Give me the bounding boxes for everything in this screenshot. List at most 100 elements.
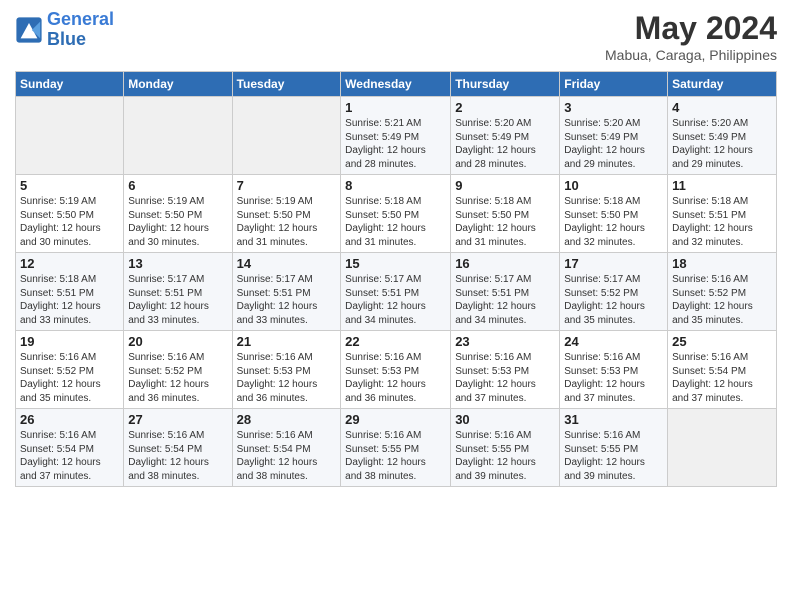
day-number: 16 bbox=[455, 256, 555, 271]
day-info: Sunrise: 5:19 AMSunset: 5:50 PMDaylight:… bbox=[20, 195, 119, 249]
day-info: Sunrise: 5:17 AMSunset: 5:51 PMDaylight:… bbox=[345, 273, 446, 327]
day-info: Sunrise: 5:17 AMSunset: 5:51 PMDaylight:… bbox=[237, 273, 337, 327]
day-number: 22 bbox=[345, 334, 446, 349]
logo: General Blue bbox=[15, 10, 114, 50]
calendar-cell: 8 Sunrise: 5:18 AMSunset: 5:50 PMDaylight… bbox=[341, 175, 451, 253]
calendar-cell: 18 Sunrise: 5:16 AMSunset: 5:52 PMDayligh… bbox=[668, 253, 777, 331]
calendar-week-4: 19 Sunrise: 5:16 AMSunset: 5:52 PMDayligh… bbox=[16, 331, 777, 409]
day-info: Sunrise: 5:18 AMSunset: 5:51 PMDaylight:… bbox=[20, 273, 119, 327]
calendar-week-3: 12 Sunrise: 5:18 AMSunset: 5:51 PMDayligh… bbox=[16, 253, 777, 331]
weekday-header-friday: Friday bbox=[560, 72, 668, 97]
day-number: 5 bbox=[20, 178, 119, 193]
page-header: General Blue May 2024 Mabua, Caraga, Phi… bbox=[15, 10, 777, 63]
day-info: Sunrise: 5:17 AMSunset: 5:51 PMDaylight:… bbox=[455, 273, 555, 327]
calendar-cell: 7 Sunrise: 5:19 AMSunset: 5:50 PMDaylight… bbox=[232, 175, 341, 253]
day-number: 8 bbox=[345, 178, 446, 193]
day-info: Sunrise: 5:18 AMSunset: 5:50 PMDaylight:… bbox=[455, 195, 555, 249]
logo-icon bbox=[15, 16, 43, 44]
calendar-cell: 27 Sunrise: 5:16 AMSunset: 5:54 PMDayligh… bbox=[124, 409, 232, 487]
day-info: Sunrise: 5:17 AMSunset: 5:52 PMDaylight:… bbox=[564, 273, 663, 327]
calendar-cell bbox=[124, 97, 232, 175]
weekday-header-wednesday: Wednesday bbox=[341, 72, 451, 97]
day-info: Sunrise: 5:16 AMSunset: 5:52 PMDaylight:… bbox=[128, 351, 227, 405]
day-info: Sunrise: 5:16 AMSunset: 5:54 PMDaylight:… bbox=[20, 429, 119, 483]
day-info: Sunrise: 5:19 AMSunset: 5:50 PMDaylight:… bbox=[237, 195, 337, 249]
calendar-cell bbox=[668, 409, 777, 487]
day-info: Sunrise: 5:16 AMSunset: 5:55 PMDaylight:… bbox=[455, 429, 555, 483]
day-info: Sunrise: 5:16 AMSunset: 5:53 PMDaylight:… bbox=[564, 351, 663, 405]
calendar-table: SundayMondayTuesdayWednesdayThursdayFrid… bbox=[15, 71, 777, 487]
calendar-cell: 22Sunrise: 5:16 AMSunset: 5:53 PMDayligh… bbox=[341, 331, 451, 409]
calendar-cell: 26Sunrise: 5:16 AMSunset: 5:54 PMDayligh… bbox=[16, 409, 124, 487]
calendar-week-5: 26Sunrise: 5:16 AMSunset: 5:54 PMDayligh… bbox=[16, 409, 777, 487]
calendar-cell: 21 Sunrise: 5:16 AMSunset: 5:53 PMDayligh… bbox=[232, 331, 341, 409]
calendar-cell: 31Sunrise: 5:16 AMSunset: 5:55 PMDayligh… bbox=[560, 409, 668, 487]
calendar-cell: 6 Sunrise: 5:19 AMSunset: 5:50 PMDaylight… bbox=[124, 175, 232, 253]
day-info: Sunrise: 5:19 AMSunset: 5:50 PMDaylight:… bbox=[128, 195, 227, 249]
day-info: Sunrise: 5:16 AMSunset: 5:54 PMDaylight:… bbox=[672, 351, 772, 405]
calendar-cell: 17 Sunrise: 5:17 AMSunset: 5:52 PMDayligh… bbox=[560, 253, 668, 331]
weekday-header-sunday: Sunday bbox=[16, 72, 124, 97]
day-number: 3 bbox=[564, 100, 663, 115]
day-number: 24 bbox=[564, 334, 663, 349]
location: Mabua, Caraga, Philippines bbox=[605, 47, 777, 63]
weekday-header-monday: Monday bbox=[124, 72, 232, 97]
day-number: 7 bbox=[237, 178, 337, 193]
logo-line1: General bbox=[47, 9, 114, 29]
day-number: 6 bbox=[128, 178, 227, 193]
weekday-header-thursday: Thursday bbox=[451, 72, 560, 97]
day-info: Sunrise: 5:16 AMSunset: 5:52 PMDaylight:… bbox=[20, 351, 119, 405]
calendar-cell: 19 Sunrise: 5:16 AMSunset: 5:52 PMDayligh… bbox=[16, 331, 124, 409]
day-number: 10 bbox=[564, 178, 663, 193]
calendar-cell: 30 Sunrise: 5:16 AMSunset: 5:55 PMDayligh… bbox=[451, 409, 560, 487]
day-info: Sunrise: 5:16 AMSunset: 5:54 PMDaylight:… bbox=[237, 429, 337, 483]
calendar-cell: 12 Sunrise: 5:18 AMSunset: 5:51 PMDayligh… bbox=[16, 253, 124, 331]
day-info: Sunrise: 5:16 AMSunset: 5:54 PMDaylight:… bbox=[128, 429, 227, 483]
day-number: 28 bbox=[237, 412, 337, 427]
calendar-cell: 29Sunrise: 5:16 AMSunset: 5:55 PMDayligh… bbox=[341, 409, 451, 487]
calendar-cell: 2Sunrise: 5:20 AMSunset: 5:49 PMDaylight… bbox=[451, 97, 560, 175]
day-number: 30 bbox=[455, 412, 555, 427]
day-number: 29 bbox=[345, 412, 446, 427]
day-number: 12 bbox=[20, 256, 119, 271]
day-info: Sunrise: 5:16 AMSunset: 5:53 PMDaylight:… bbox=[455, 351, 555, 405]
calendar-cell: 11Sunrise: 5:18 AMSunset: 5:51 PMDayligh… bbox=[668, 175, 777, 253]
weekday-header-tuesday: Tuesday bbox=[232, 72, 341, 97]
day-info: Sunrise: 5:18 AMSunset: 5:50 PMDaylight:… bbox=[564, 195, 663, 249]
day-number: 14 bbox=[237, 256, 337, 271]
day-number: 17 bbox=[564, 256, 663, 271]
day-number: 27 bbox=[128, 412, 227, 427]
calendar-cell: 13Sunrise: 5:17 AMSunset: 5:51 PMDayligh… bbox=[124, 253, 232, 331]
calendar-cell: 16 Sunrise: 5:17 AMSunset: 5:51 PMDayligh… bbox=[451, 253, 560, 331]
day-number: 9 bbox=[455, 178, 555, 193]
day-number: 19 bbox=[20, 334, 119, 349]
day-number: 1 bbox=[345, 100, 446, 115]
calendar-cell: 5 Sunrise: 5:19 AMSunset: 5:50 PMDaylight… bbox=[16, 175, 124, 253]
title-area: May 2024 Mabua, Caraga, Philippines bbox=[605, 10, 777, 63]
day-info: Sunrise: 5:16 AMSunset: 5:52 PMDaylight:… bbox=[672, 273, 772, 327]
day-number: 25 bbox=[672, 334, 772, 349]
calendar-cell: 4Sunrise: 5:20 AMSunset: 5:49 PMDaylight… bbox=[668, 97, 777, 175]
day-number: 4 bbox=[672, 100, 772, 115]
weekday-header-saturday: Saturday bbox=[668, 72, 777, 97]
day-info: Sunrise: 5:20 AMSunset: 5:49 PMDaylight:… bbox=[455, 117, 555, 171]
logo-text: General Blue bbox=[47, 10, 114, 50]
calendar-cell: 24 Sunrise: 5:16 AMSunset: 5:53 PMDayligh… bbox=[560, 331, 668, 409]
calendar-cell: 20 Sunrise: 5:16 AMSunset: 5:52 PMDayligh… bbox=[124, 331, 232, 409]
day-info: Sunrise: 5:16 AMSunset: 5:53 PMDaylight:… bbox=[237, 351, 337, 405]
calendar-cell: 14 Sunrise: 5:17 AMSunset: 5:51 PMDayligh… bbox=[232, 253, 341, 331]
calendar-cell: 10 Sunrise: 5:18 AMSunset: 5:50 PMDayligh… bbox=[560, 175, 668, 253]
day-info: Sunrise: 5:20 AMSunset: 5:49 PMDaylight:… bbox=[564, 117, 663, 171]
day-number: 18 bbox=[672, 256, 772, 271]
calendar-cell bbox=[16, 97, 124, 175]
calendar-cell: 28 Sunrise: 5:16 AMSunset: 5:54 PMDayligh… bbox=[232, 409, 341, 487]
day-number: 21 bbox=[237, 334, 337, 349]
day-number: 20 bbox=[128, 334, 227, 349]
day-info: Sunrise: 5:18 AMSunset: 5:51 PMDaylight:… bbox=[672, 195, 772, 249]
calendar-cell: 1 Sunrise: 5:21 AMSunset: 5:49 PMDaylight… bbox=[341, 97, 451, 175]
day-info: Sunrise: 5:21 AMSunset: 5:49 PMDaylight:… bbox=[345, 117, 446, 171]
day-info: Sunrise: 5:18 AMSunset: 5:50 PMDaylight:… bbox=[345, 195, 446, 249]
calendar-cell: 25 Sunrise: 5:16 AMSunset: 5:54 PMDayligh… bbox=[668, 331, 777, 409]
weekday-header-row: SundayMondayTuesdayWednesdayThursdayFrid… bbox=[16, 72, 777, 97]
calendar-cell: 23Sunrise: 5:16 AMSunset: 5:53 PMDayligh… bbox=[451, 331, 560, 409]
